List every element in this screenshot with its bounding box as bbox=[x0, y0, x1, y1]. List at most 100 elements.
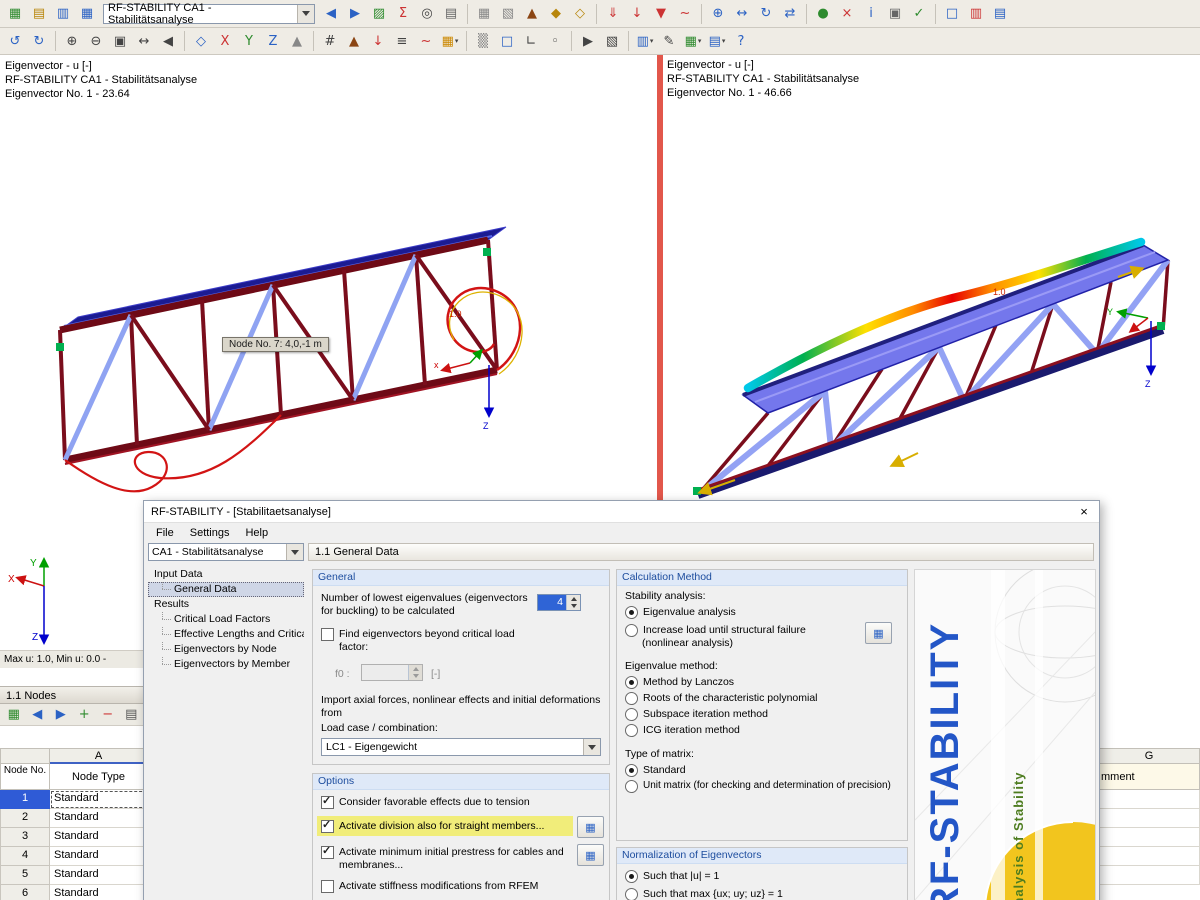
row-number-cell[interactable]: 1 bbox=[0, 790, 50, 809]
pan-view-icon[interactable]: ↔ bbox=[133, 30, 155, 52]
units-settings-icon[interactable]: ▦ ▾ bbox=[682, 30, 704, 52]
select-special-icon[interactable]: ▧ bbox=[601, 30, 623, 52]
delete-object-icon[interactable]: × bbox=[836, 3, 858, 25]
redo-icon[interactable]: ↻ bbox=[28, 30, 50, 52]
imperfection-icon[interactable]: ~ bbox=[674, 3, 696, 25]
view-z-icon[interactable]: Z bbox=[262, 30, 284, 52]
eigenvalue-analysis-row[interactable]: Eigenvalue analysis bbox=[625, 606, 736, 619]
division-members-row[interactable]: Activate division also for straight memb… bbox=[321, 819, 569, 833]
undo-icon[interactable]: ↺ bbox=[4, 30, 26, 52]
previous-load-case-icon[interactable]: ◀ bbox=[320, 3, 342, 25]
load-case-icon[interactable]: ⇓ bbox=[602, 3, 624, 25]
tree-effective-lengths[interactable]: Effective Lengths and Critical L bbox=[148, 627, 304, 642]
node-support-icon[interactable]: ▲ bbox=[521, 3, 543, 25]
snapshot-icon[interactable]: ▣ bbox=[884, 3, 906, 25]
fe-mesh-icon[interactable]: ▦ bbox=[473, 3, 495, 25]
copy-table-icon[interactable]: ▤ bbox=[28, 3, 50, 25]
nonlinear-settings-icon[interactable]: ▦ bbox=[865, 622, 892, 644]
table-row[interactable] bbox=[1098, 847, 1200, 866]
roots-row[interactable]: Roots of the characteristic polynomial bbox=[625, 692, 818, 705]
zoom-out-icon[interactable]: ⊖ bbox=[85, 30, 107, 52]
delete-row-icon[interactable]: − bbox=[97, 704, 119, 726]
show-loads-icon[interactable]: ↓ bbox=[367, 30, 389, 52]
row-number-cell[interactable]: 6 bbox=[0, 885, 50, 900]
norm-u1-row[interactable]: Such that |u| = 1 bbox=[625, 870, 719, 883]
member-load-icon[interactable]: ↓ bbox=[626, 3, 648, 25]
standard-matrix-row[interactable]: Standard bbox=[625, 764, 686, 777]
arrange-windows-icon[interactable]: ▥ bbox=[965, 3, 987, 25]
surface-load-icon[interactable]: ▼ bbox=[650, 3, 672, 25]
eigenvalue-analysis-radio[interactable] bbox=[625, 606, 638, 619]
node-type-cell[interactable]: Standard bbox=[50, 885, 148, 900]
table-row[interactable] bbox=[1098, 828, 1200, 847]
load-case-combo[interactable]: RF-STABILITY CA1 - Stabilitätsanalyse bbox=[103, 2, 315, 26]
node-type-cell[interactable]: Standard bbox=[50, 866, 148, 885]
division-settings-icon[interactable]: ▦ bbox=[577, 816, 604, 838]
eigenvalue-count-spinner[interactable]: 4 bbox=[537, 594, 581, 611]
new-window-icon[interactable]: □ bbox=[941, 3, 963, 25]
table-row[interactable]: 6 Standard bbox=[0, 885, 148, 900]
table-row[interactable]: 3 Standard bbox=[0, 828, 148, 847]
combo-dropdown-icon[interactable] bbox=[297, 4, 314, 23]
column-header-node-no[interactable]: Node No. bbox=[0, 764, 50, 790]
info-icon[interactable]: i bbox=[860, 3, 882, 25]
node-type-cell[interactable]: Standard bbox=[50, 809, 148, 828]
tree-eigenvectors-by-member[interactable]: Eigenvectors by Member bbox=[148, 657, 304, 672]
table-corner-cell[interactable] bbox=[0, 748, 50, 764]
norm-max-row[interactable]: Such that max {ux; uy; uz} = 1 bbox=[625, 888, 783, 900]
previous-view-icon[interactable]: ◀ bbox=[157, 30, 179, 52]
table-list-icon[interactable]: ▥ bbox=[52, 3, 74, 25]
help-icon[interactable]: ? bbox=[730, 30, 752, 52]
work-plane-icon[interactable]: □ bbox=[496, 30, 518, 52]
row-number-cell[interactable]: 2 bbox=[0, 809, 50, 828]
subspace-radio[interactable] bbox=[625, 708, 638, 721]
column-header-comment[interactable]: mment bbox=[1098, 764, 1200, 790]
new-table-icon[interactable]: ▦ bbox=[4, 3, 26, 25]
row-number-cell[interactable]: 4 bbox=[0, 847, 50, 866]
find-beyond-checkbox[interactable] bbox=[321, 628, 334, 641]
tension-effects-checkbox[interactable] bbox=[321, 795, 334, 809]
previous-table-icon[interactable]: ◀ bbox=[27, 704, 49, 726]
snap-grid-icon[interactable]: ▒ bbox=[472, 30, 494, 52]
table-row[interactable] bbox=[1098, 866, 1200, 885]
table-settings-icon[interactable]: ▤ bbox=[121, 704, 143, 726]
zoom-window-icon[interactable]: ▣ bbox=[109, 30, 131, 52]
goto-table-icon[interactable]: ▦ bbox=[3, 704, 25, 726]
result-values-icon[interactable]: Σ bbox=[392, 3, 414, 25]
column-letter-g[interactable]: G bbox=[1098, 748, 1200, 764]
menu-help[interactable]: Help bbox=[237, 525, 276, 541]
color-spectrum-icon[interactable]: ▦ ▾ bbox=[439, 30, 461, 52]
lanczos-radio[interactable] bbox=[625, 676, 638, 689]
menu-settings[interactable]: Settings bbox=[182, 525, 238, 541]
combo-dropdown-icon[interactable] bbox=[286, 544, 303, 560]
member-hinge-icon[interactable]: ◆ bbox=[545, 3, 567, 25]
roots-radio[interactable] bbox=[625, 692, 638, 705]
lanczos-row[interactable]: Method by Lanczos bbox=[625, 676, 734, 689]
dropdown-caret-icon[interactable]: ▾ bbox=[455, 37, 459, 45]
dialog-title-bar[interactable]: RF-STABILITY - [Stabilitaetsanalyse] × bbox=[144, 501, 1099, 523]
model-check-icon[interactable]: ✓ bbox=[908, 3, 930, 25]
dropdown-caret-icon[interactable]: ▾ bbox=[722, 37, 726, 45]
show-values-icon[interactable]: ≡ bbox=[391, 30, 413, 52]
subspace-row[interactable]: Subspace iteration method bbox=[625, 708, 768, 721]
result-diagrams-icon[interactable]: ~ bbox=[415, 30, 437, 52]
tree-general-data[interactable]: General Data bbox=[148, 582, 304, 597]
spin-up-icon[interactable] bbox=[567, 595, 580, 603]
icg-radio[interactable] bbox=[625, 724, 638, 737]
perspective-view-icon[interactable]: ▲ bbox=[286, 30, 308, 52]
view-y-icon[interactable]: Y bbox=[238, 30, 260, 52]
increase-load-radio[interactable] bbox=[625, 624, 638, 637]
object-snap-icon[interactable]: ◦ bbox=[544, 30, 566, 52]
table-grid-icon[interactable]: ▦ bbox=[76, 3, 98, 25]
standard-matrix-radio[interactable] bbox=[625, 764, 638, 777]
show-numbering-icon[interactable]: # bbox=[319, 30, 341, 52]
visibility-icon[interactable]: ● bbox=[812, 3, 834, 25]
next-table-icon[interactable]: ▶ bbox=[50, 704, 72, 726]
eigenvalue-count-value[interactable]: 4 bbox=[538, 595, 566, 610]
next-load-case-icon[interactable]: ▶ bbox=[344, 3, 366, 25]
table-row[interactable] bbox=[1098, 790, 1200, 809]
unit-matrix-row[interactable]: Unit matrix (for checking and determinat… bbox=[625, 780, 901, 793]
mirror-object-icon[interactable]: ⇄ bbox=[779, 3, 801, 25]
norm-max-radio[interactable] bbox=[625, 888, 638, 900]
case-selector-combo[interactable]: CA1 - Stabilitätsanalyse bbox=[148, 543, 304, 561]
